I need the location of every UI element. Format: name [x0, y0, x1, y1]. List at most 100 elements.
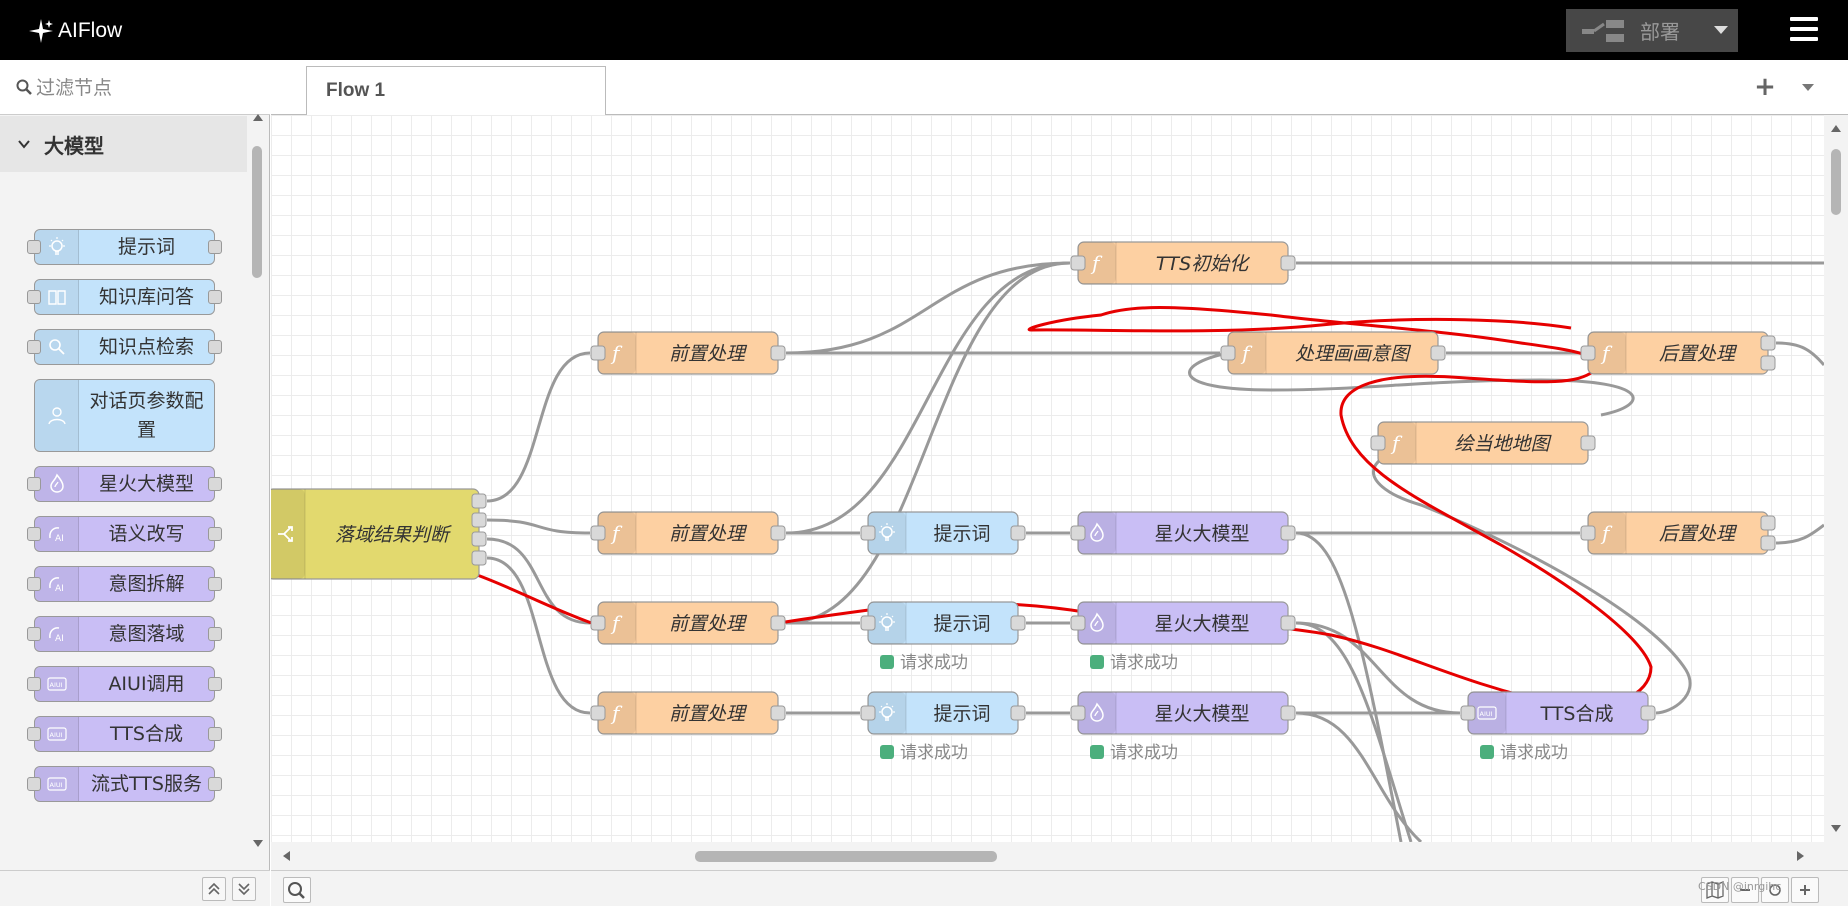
- palette-node[interactable]: AIUI AIUI调用: [34, 666, 215, 702]
- palette-node[interactable]: 提示词: [34, 229, 215, 265]
- flow-node-spark1[interactable]: 星火大模型: [1070, 511, 1296, 555]
- input-port[interactable]: [1070, 615, 1086, 631]
- canvas-scroll-down-icon[interactable]: [1831, 825, 1841, 832]
- search-flows-button[interactable]: [283, 877, 311, 903]
- flow-node-tts[interactable]: AIUI TTS合成请求成功: [1460, 691, 1656, 763]
- output-port[interactable]: [770, 705, 786, 721]
- palette-node[interactable]: 星火大模型: [34, 466, 215, 502]
- output-port[interactable]: [1580, 435, 1596, 451]
- output-port[interactable]: [770, 345, 786, 361]
- add-tab-button[interactable]: +: [1751, 73, 1779, 101]
- input-port[interactable]: [590, 615, 606, 631]
- filter-input[interactable]: [36, 73, 256, 103]
- input-port[interactable]: [1580, 345, 1596, 361]
- output-port[interactable]: [471, 550, 487, 566]
- flow-node-spark2[interactable]: 星火大模型请求成功: [1070, 601, 1296, 673]
- wire[interactable]: [486, 351, 591, 503]
- output-port[interactable]: [1280, 255, 1296, 271]
- palette-node[interactable]: 知识库问答: [34, 279, 215, 315]
- flow-diagram[interactable]: 落域结果判断 f 前置处理 f 前置处理 f 前置处理 f 前置处理 f TTS初始化 f 处理画画意图…: [271, 115, 1824, 842]
- expand-all-button[interactable]: [232, 877, 256, 901]
- wire[interactable]: [785, 261, 1071, 625]
- sidebar-scrollbar[interactable]: [247, 114, 269, 860]
- wire[interactable]: [486, 518, 591, 535]
- canvas-scroll-up-icon[interactable]: [1831, 125, 1841, 132]
- flow-node-pre2[interactable]: f 前置处理: [590, 511, 786, 555]
- input-port[interactable]: [590, 345, 606, 361]
- flow-node-pre4[interactable]: f 前置处理: [590, 691, 786, 735]
- input-port[interactable]: [590, 525, 606, 541]
- flow-node-pre3[interactable]: f 前置处理: [590, 601, 786, 645]
- zoom-in-button[interactable]: [1791, 877, 1819, 903]
- scroll-up-icon[interactable]: [253, 114, 263, 121]
- sidebar-scroll-thumb[interactable]: [252, 146, 262, 278]
- deploy-dropdown-icon[interactable]: [1714, 26, 1728, 34]
- palette-node[interactable]: 知识点检索: [34, 329, 215, 365]
- flow-canvas[interactable]: 落域结果判断 f 前置处理 f 前置处理 f 前置处理 f 前置处理 f TTS初始化 f 处理画画意图…: [271, 115, 1824, 842]
- output-port[interactable]: [1010, 615, 1026, 631]
- wire[interactable]: [785, 261, 1071, 535]
- output-port[interactable]: [1280, 615, 1296, 631]
- canvas-hscroll-thumb[interactable]: [695, 851, 997, 862]
- canvas-horizontal-scrollbar[interactable]: [271, 842, 1848, 870]
- output-port[interactable]: [1430, 345, 1446, 361]
- output-port[interactable]: [471, 512, 487, 528]
- output-port[interactable]: [770, 525, 786, 541]
- palette-node[interactable]: AI 意图落域: [34, 616, 215, 652]
- input-port[interactable]: [860, 525, 876, 541]
- output-port[interactable]: [1760, 355, 1776, 371]
- input-port[interactable]: [590, 705, 606, 721]
- palette-node[interactable]: AIUI 流式TTS服务: [34, 766, 215, 802]
- flow-node-prompt1[interactable]: 提示词: [860, 511, 1026, 555]
- flow-node-switch[interactable]: 落域结果判断: [271, 488, 487, 580]
- canvas-vertical-scrollbar[interactable]: [1824, 115, 1848, 842]
- output-port[interactable]: [1280, 525, 1296, 541]
- input-port[interactable]: [1460, 705, 1476, 721]
- output-port[interactable]: [1280, 705, 1296, 721]
- flow-node-post2[interactable]: f 后置处理: [1580, 511, 1776, 555]
- input-port[interactable]: [1070, 705, 1086, 721]
- input-port[interactable]: [1070, 255, 1086, 271]
- flow-node-prompt3[interactable]: 提示词请求成功: [860, 691, 1026, 763]
- palette-node[interactable]: 对话页参数配置: [34, 379, 215, 452]
- input-port[interactable]: [1070, 525, 1086, 541]
- flow-node-ttsinit[interactable]: f TTS初始化: [1070, 241, 1296, 285]
- tab-menu-icon[interactable]: [1802, 84, 1814, 91]
- output-port[interactable]: [1640, 705, 1656, 721]
- flow-node-pre1[interactable]: f 前置处理: [590, 331, 786, 375]
- flow-node-map[interactable]: f 绘当地地图: [1370, 421, 1596, 465]
- flow-node-draw[interactable]: f 处理画画意图: [1220, 331, 1446, 375]
- output-port[interactable]: [1760, 335, 1776, 351]
- category-header[interactable]: 大模型: [0, 116, 247, 172]
- input-port[interactable]: [860, 615, 876, 631]
- scroll-down-icon[interactable]: [253, 840, 263, 847]
- wire[interactable]: [1295, 711, 1423, 842]
- input-port[interactable]: [1220, 345, 1236, 361]
- main-menu-button[interactable]: [1790, 17, 1818, 41]
- palette-node[interactable]: AI 意图拆解: [34, 566, 215, 602]
- output-port[interactable]: [1760, 515, 1776, 531]
- flow-node-post1[interactable]: f 后置处理: [1580, 331, 1776, 375]
- output-port[interactable]: [471, 531, 487, 547]
- canvas-scroll-right-icon[interactable]: [1797, 851, 1804, 861]
- output-port[interactable]: [471, 493, 487, 509]
- palette-node[interactable]: AI 语义改写: [34, 516, 215, 552]
- wire[interactable]: [486, 537, 591, 625]
- canvas-scroll-left-icon[interactable]: [283, 851, 290, 861]
- palette-node[interactable]: AIUI TTS合成: [34, 716, 215, 752]
- collapse-all-button[interactable]: [202, 877, 226, 901]
- output-port[interactable]: [770, 615, 786, 631]
- output-port[interactable]: [1010, 705, 1026, 721]
- canvas-vscroll-thumb[interactable]: [1831, 149, 1841, 215]
- input-port[interactable]: [1580, 525, 1596, 541]
- output-port[interactable]: [1760, 535, 1776, 551]
- flow-node-spark3[interactable]: 星火大模型请求成功: [1070, 691, 1296, 763]
- input-port[interactable]: [1370, 435, 1386, 451]
- wire[interactable]: [1372, 441, 1692, 715]
- output-port[interactable]: [1010, 525, 1026, 541]
- wire[interactable]: [1775, 523, 1824, 545]
- wire[interactable]: [1775, 341, 1824, 366]
- input-port[interactable]: [860, 705, 876, 721]
- deploy-button[interactable]: 部署: [1566, 9, 1738, 52]
- flow-node-prompt2[interactable]: 提示词请求成功: [860, 601, 1026, 673]
